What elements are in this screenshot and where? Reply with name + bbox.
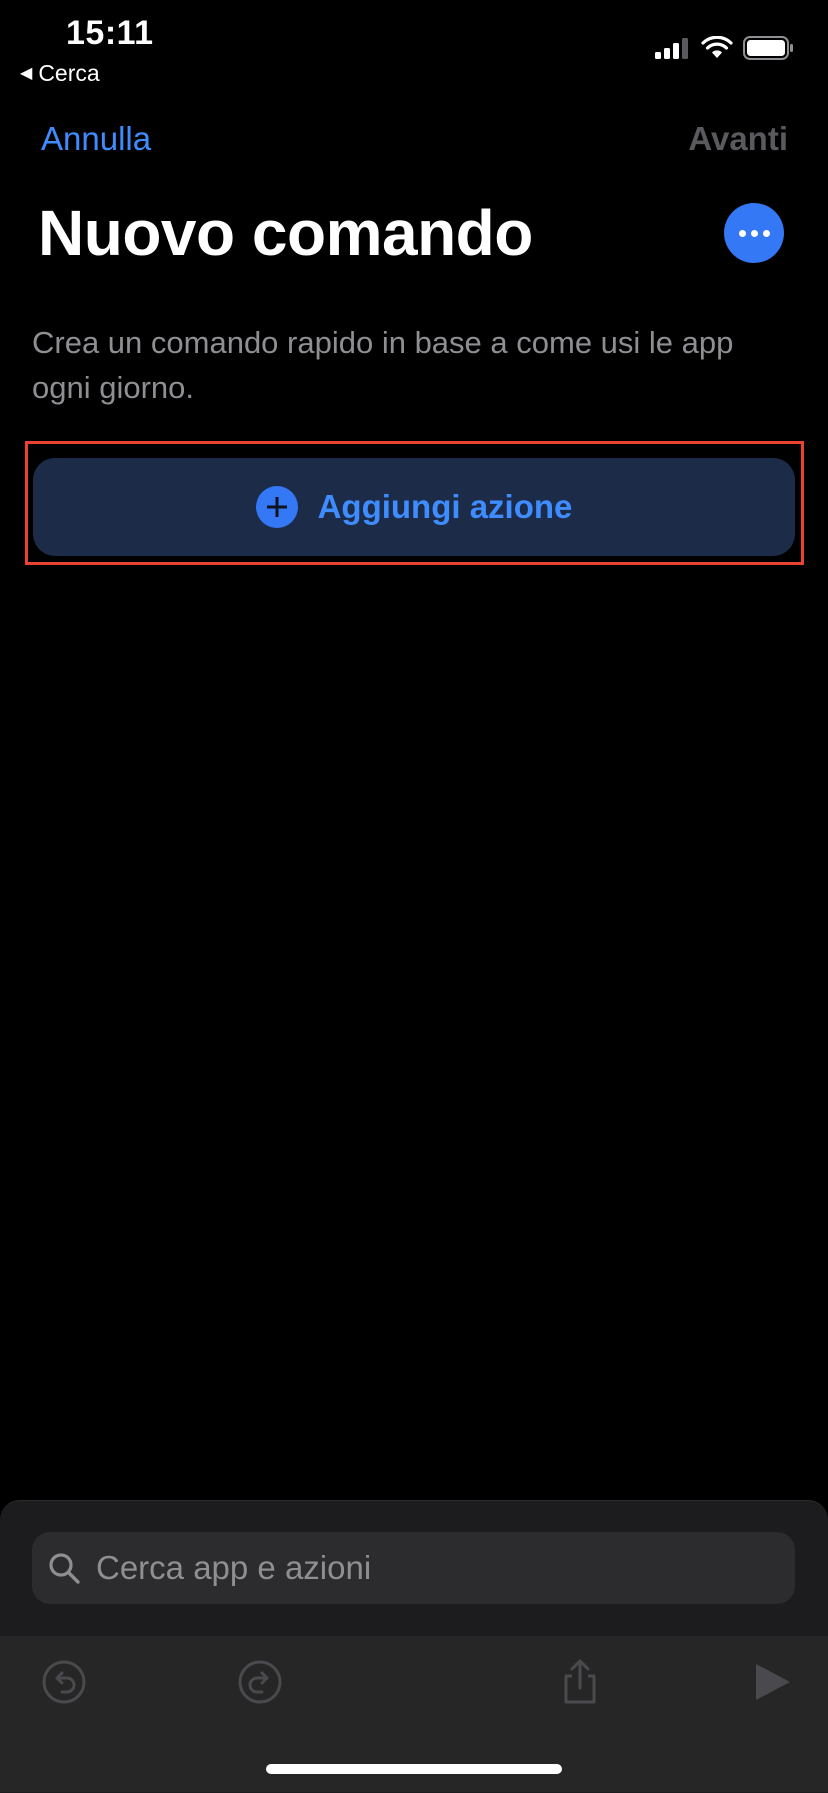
search-bar[interactable] [32, 1532, 795, 1604]
back-to-search-link[interactable]: ◀ Cerca [20, 60, 100, 87]
add-action-label: Aggiungi azione [317, 488, 573, 525]
search-input[interactable] [94, 1537, 795, 1599]
cancel-button[interactable]: Annulla [41, 120, 151, 158]
status-time: 15:11 [66, 14, 154, 52]
battery-icon [743, 36, 793, 60]
cellular-signal-icon [655, 38, 688, 59]
ellipsis-dot [762, 229, 770, 237]
wifi-icon [701, 36, 733, 58]
search-icon [49, 1553, 80, 1584]
play-icon[interactable] [748, 1658, 796, 1706]
home-indicator[interactable] [266, 1764, 562, 1774]
share-icon[interactable] [556, 1658, 604, 1706]
plus-circle-icon [255, 486, 298, 528]
ellipsis-icon [738, 229, 746, 237]
next-button[interactable]: Avanti [688, 120, 788, 158]
redo-icon[interactable] [236, 1658, 284, 1706]
page-title: Nuovo comando [38, 197, 533, 269]
page-description: Crea un comando rapido in base a come us… [32, 325, 734, 405]
status-icons [655, 36, 795, 60]
ellipsis-dot [750, 229, 758, 237]
back-link-label: Cerca [38, 60, 100, 86]
add-action-button[interactable]: Aggiungi azione [33, 458, 795, 556]
back-arrow-icon: ◀ [20, 64, 33, 82]
undo-icon[interactable] [40, 1658, 88, 1706]
more-options-button[interactable] [724, 203, 784, 263]
